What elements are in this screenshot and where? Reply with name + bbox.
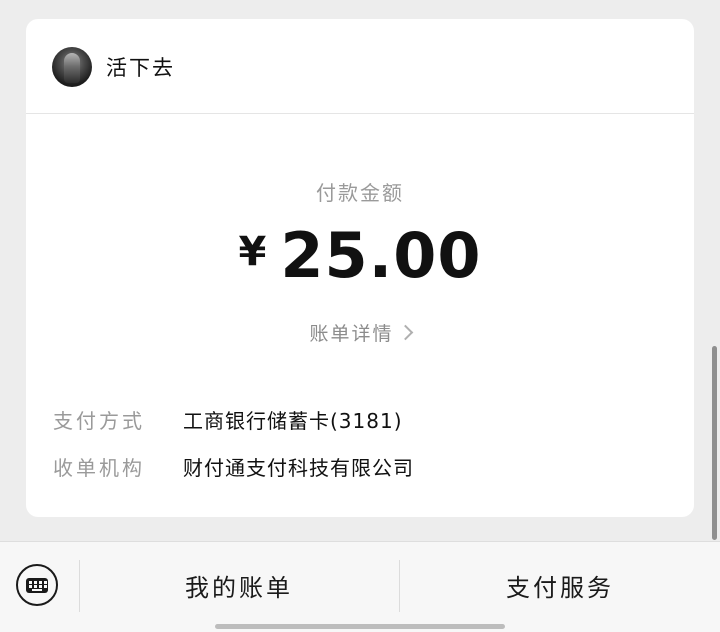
merchant-name[interactable]: 活下去 bbox=[106, 52, 175, 82]
payment-method-row: 支付方式 工商银行储蓄卡(3181) bbox=[53, 405, 403, 434]
merchant-avatar[interactable] bbox=[52, 47, 92, 87]
bill-detail-link[interactable]: 账单详情 bbox=[26, 319, 694, 346]
merchant-header[interactable]: 活下去 bbox=[26, 19, 694, 114]
amount-label: 付款金额 bbox=[316, 181, 404, 205]
chevron-right-icon bbox=[397, 324, 413, 341]
payment-method-value: 工商银行储蓄卡(3181) bbox=[183, 409, 403, 433]
acquirer-row: 收单机构 财付通支付科技有限公司 bbox=[53, 452, 414, 481]
keyboard-button[interactable] bbox=[16, 564, 58, 606]
acquirer-value: 财付通支付科技有限公司 bbox=[183, 456, 414, 480]
bottom-menu-bar: 我的账单 支付服务 bbox=[0, 541, 720, 632]
payment-service-menu[interactable]: 支付服务 bbox=[400, 568, 720, 603]
home-indicator bbox=[215, 624, 505, 629]
keyboard-icon bbox=[26, 578, 48, 593]
bill-detail-label: 账单详情 bbox=[309, 323, 394, 345]
payment-method-label: 支付方式 bbox=[53, 409, 145, 433]
currency-symbol: ¥ bbox=[238, 229, 267, 275]
payment-amount: 25.00 bbox=[280, 219, 482, 292]
amount-display: ¥25.00 bbox=[26, 219, 694, 292]
my-bills-menu[interactable]: 我的账单 bbox=[80, 568, 398, 603]
acquirer-label: 收单机构 bbox=[53, 456, 145, 480]
scroll-indicator bbox=[712, 346, 717, 540]
payment-card: 活下去 付款金额 ¥25.00 账单详情 支付方式 工商银行储蓄卡(3181) 收… bbox=[26, 19, 694, 517]
avatar-figure bbox=[64, 53, 80, 83]
